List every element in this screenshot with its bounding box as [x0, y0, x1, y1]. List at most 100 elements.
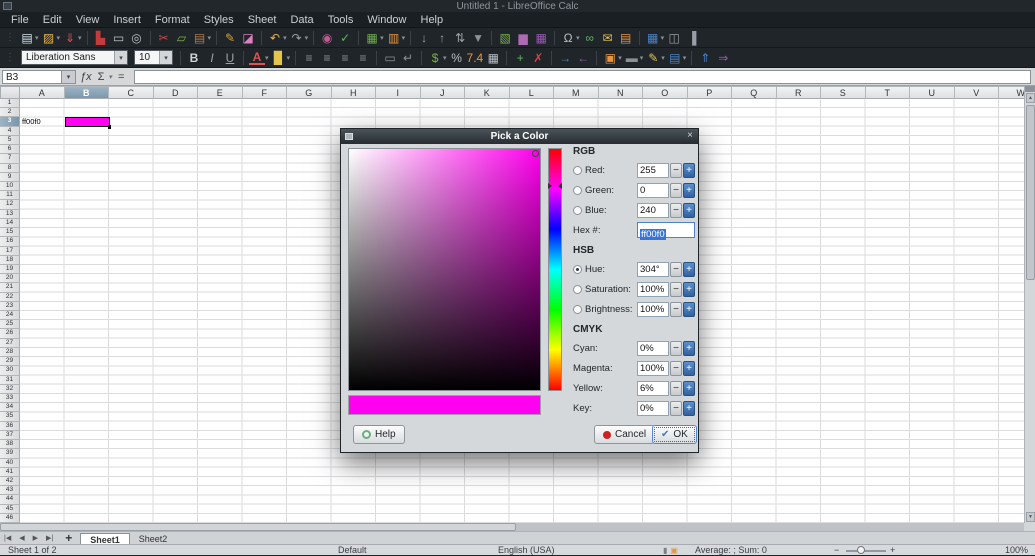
hue-marker-right[interactable]	[558, 183, 562, 190]
row-header-41[interactable]: 41	[0, 467, 20, 477]
column-header-d[interactable]: D	[153, 86, 198, 99]
sheet-tab-sheet1[interactable]: Sheet1	[80, 532, 130, 545]
freeze-rows-and-columns-icon[interactable]: ▦	[645, 30, 661, 46]
column-header-m[interactable]: M	[554, 86, 599, 99]
border-style-dropdown-icon[interactable]: ▾	[640, 54, 644, 62]
insert-chart-icon[interactable]: ▆	[515, 30, 531, 46]
row-header-39[interactable]: 39	[0, 449, 20, 459]
cancel-button[interactable]: Cancel	[594, 425, 656, 444]
zoom-in-button[interactable]: +	[890, 545, 895, 556]
increase-indent-icon[interactable]: →	[557, 50, 573, 66]
name-box[interactable]: B3	[2, 69, 62, 84]
add-decimal-place-icon[interactable]: +	[512, 50, 528, 66]
export-pdf-icon[interactable]: ▙	[93, 30, 109, 46]
green-radio[interactable]	[573, 185, 582, 195]
brightness-radio[interactable]	[573, 304, 582, 314]
menu-styles[interactable]: Styles	[197, 12, 241, 28]
sidebar-icon[interactable]: ▐	[684, 30, 700, 46]
freeze-rows-and-columns-dropdown-icon[interactable]: ▾	[661, 34, 665, 42]
clear-formatting-icon[interactable]: ◪	[240, 30, 256, 46]
blue-radio[interactable]	[573, 205, 582, 215]
row-header-34[interactable]: 34	[0, 403, 20, 413]
underline-icon[interactable]: U	[222, 50, 238, 66]
row-header-12[interactable]: 12	[0, 200, 20, 210]
cyan-value-field[interactable]: 0%	[637, 340, 669, 356]
row-header-32[interactable]: 32	[0, 384, 20, 394]
key-increment-button[interactable]: +	[683, 400, 695, 416]
italic-icon[interactable]: I	[204, 50, 220, 66]
new-document-dropdown-icon[interactable]: ▾	[35, 34, 39, 42]
highlighting-color-dropdown-icon[interactable]: ▾	[287, 54, 291, 62]
hue-radio[interactable]	[573, 264, 582, 274]
delete-decimal-place-icon[interactable]: ✗	[530, 50, 546, 66]
new-document-icon[interactable]: ▤	[19, 30, 35, 46]
hue-slider[interactable]	[548, 148, 562, 391]
row-header-40[interactable]: 40	[0, 458, 20, 468]
sum-dropdown-icon[interactable]: ▾	[108, 73, 112, 81]
find-and-replace-icon[interactable]: ◉	[319, 30, 335, 46]
selection-handle[interactable]	[107, 125, 111, 129]
redo-icon[interactable]: ↷	[289, 30, 305, 46]
insert-mode-icon[interactable]: ▮	[663, 546, 667, 555]
column-header-v[interactable]: V	[954, 86, 999, 99]
help-button[interactable]: Help	[353, 425, 405, 444]
font-size-combo[interactable]: 10 ▾	[134, 50, 173, 65]
decrease-indent-icon[interactable]: ←	[575, 50, 591, 66]
border-color-dropdown-icon[interactable]: ▾	[661, 54, 665, 62]
row-header-25[interactable]: 25	[0, 320, 20, 330]
column-header-g[interactable]: G	[287, 86, 332, 99]
row-header-11[interactable]: 11	[0, 191, 20, 201]
font-size-dropdown-icon[interactable]: ▾	[159, 51, 172, 64]
row-header-26[interactable]: 26	[0, 329, 20, 339]
vertical-scrollbar[interactable]: ▲ ▼	[1024, 86, 1035, 523]
borders-dropdown-icon[interactable]: ▾	[618, 54, 622, 62]
column-header-l[interactable]: L	[509, 86, 554, 99]
toolbar-grip-icon[interactable]: ⋮	[5, 52, 15, 63]
row-header-46[interactable]: 46	[0, 513, 20, 524]
font-name-combo[interactable]: Liberation Sans ▾	[21, 50, 128, 65]
column-header-r[interactable]: R	[776, 86, 821, 99]
row-header-21[interactable]: 21	[0, 283, 20, 293]
column-header-i[interactable]: I	[376, 86, 421, 99]
brightness-value-field[interactable]: 100%	[637, 301, 669, 317]
row-header-3[interactable]: 3	[0, 117, 20, 127]
copy-icon[interactable]: ▱	[174, 30, 190, 46]
magenta-value-field[interactable]: 100%	[637, 360, 669, 376]
hue-value-field[interactable]: 304°	[637, 261, 669, 277]
justified-icon[interactable]: ≡	[355, 50, 371, 66]
row-header-36[interactable]: 36	[0, 421, 20, 431]
red-value-field[interactable]: 255	[637, 162, 669, 178]
next-sheet-button[interactable]: ▶	[29, 534, 42, 542]
menu-tools[interactable]: Tools	[321, 12, 361, 28]
saturation-value-field[interactable]: 100%	[637, 281, 669, 297]
font-name-dropdown-icon[interactable]: ▾	[114, 51, 127, 64]
row-header-4[interactable]: 4	[0, 126, 20, 136]
row-header-14[interactable]: 14	[0, 218, 20, 229]
format-as-date-icon[interactable]: ▦	[485, 50, 501, 66]
format-as-currency-icon[interactable]: $	[427, 50, 443, 66]
add-sheet-button[interactable]: +	[57, 531, 80, 545]
autofilter-icon[interactable]: ▼	[470, 30, 486, 46]
insert-column-icon[interactable]: ▥	[386, 30, 402, 46]
hue-increment-button[interactable]: +	[683, 261, 695, 277]
insert-image-icon[interactable]: ▧	[497, 30, 513, 46]
hue-marker-left[interactable]	[548, 183, 552, 190]
menu-sheet[interactable]: Sheet	[241, 12, 284, 28]
row-header-29[interactable]: 29	[0, 357, 20, 367]
zoom-slider[interactable]	[846, 550, 886, 552]
insert-hyperlink-icon[interactable]: ∞	[582, 30, 598, 46]
print-preview-icon[interactable]: ◎	[129, 30, 145, 46]
open-file-dropdown-icon[interactable]: ▾	[57, 34, 61, 42]
print-icon[interactable]: ▭	[111, 30, 127, 46]
vertical-split-handle[interactable]	[1025, 86, 1035, 92]
saturation-value-square[interactable]	[348, 148, 541, 391]
row-header-22[interactable]: 22	[0, 292, 20, 302]
row-header-44[interactable]: 44	[0, 495, 20, 505]
selection-summary[interactable]: Average: ; Sum: 0	[695, 545, 767, 556]
menu-help[interactable]: Help	[414, 12, 451, 28]
merge-cells-icon[interactable]: ▭	[382, 50, 398, 66]
zoom-out-button[interactable]: −	[834, 545, 839, 556]
row-header-42[interactable]: 42	[0, 476, 20, 487]
sort-icon[interactable]: ⇅	[452, 30, 468, 46]
green-value-field[interactable]: 0	[637, 182, 669, 198]
